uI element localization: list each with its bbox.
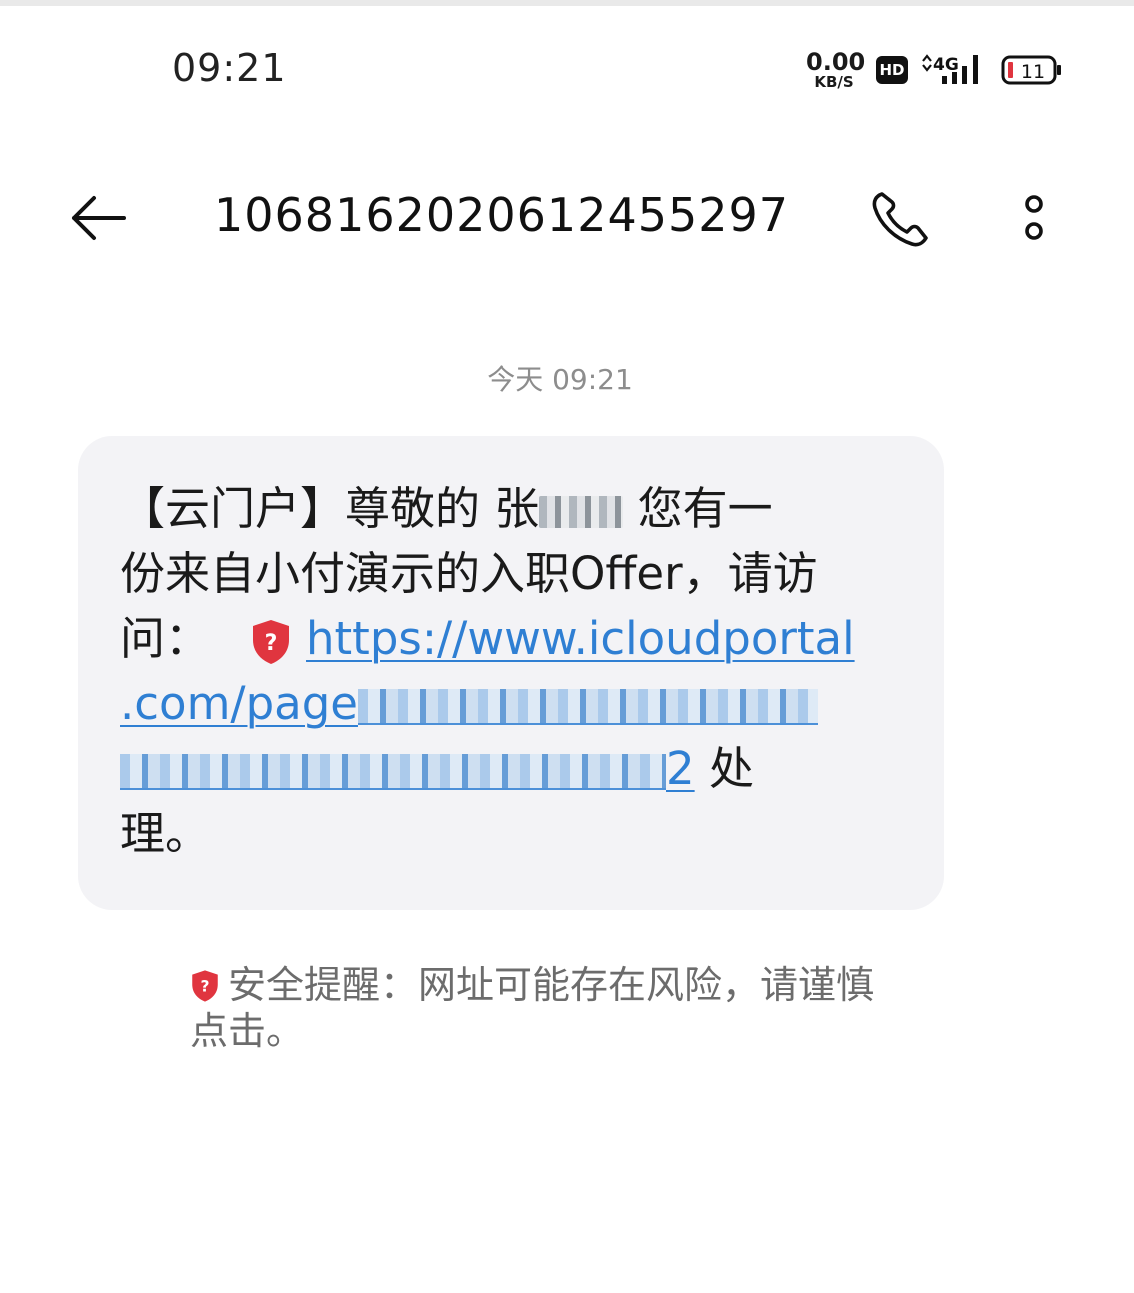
message-line-1-prefix: 【云门户】尊敬的 张 bbox=[120, 482, 540, 535]
signal-4g-icon: 4G bbox=[920, 52, 984, 86]
top-edge bbox=[0, 0, 1134, 6]
message-text: 【云门户】尊敬的 张 您有一 份来自小付演示的入职Offer，请访 问：? htt… bbox=[120, 476, 900, 866]
back-arrow-icon[interactable] bbox=[68, 190, 128, 246]
status-time: 09:21 bbox=[172, 46, 287, 90]
phishing-link-part-1[interactable]: https://www.icloudportal bbox=[306, 612, 855, 665]
phishing-link-part-2[interactable]: .com/page bbox=[120, 677, 358, 730]
network-speed-unit: KB/S bbox=[814, 73, 854, 91]
message-line-2: 份来自小付演示的入职Offer，请访 bbox=[120, 547, 818, 600]
message-line-5: 2 处 bbox=[120, 736, 900, 801]
redacted-link-query[interactable] bbox=[120, 754, 666, 790]
svg-text:?: ? bbox=[200, 977, 209, 995]
security-warning-line-2: 点击。 bbox=[190, 1009, 305, 1053]
sender-number: 1068162020612455297 bbox=[214, 188, 790, 242]
message-line-4: .com/page bbox=[120, 671, 900, 736]
security-warning-line-1: ? 安全提醒：网址可能存在风险，请谨慎 bbox=[190, 962, 950, 1008]
phishing-link-part-3[interactable]: 2 bbox=[666, 742, 695, 795]
date-separator: 今天 09:21 bbox=[487, 363, 633, 396]
risk-shield-icon: ? bbox=[250, 618, 292, 666]
svg-text:?: ? bbox=[265, 631, 278, 656]
redacted-name bbox=[539, 496, 624, 528]
battery-level: 11 bbox=[1021, 61, 1045, 83]
message-line-5-suffix: 处 bbox=[694, 742, 754, 795]
hd-icon: HD bbox=[876, 56, 908, 84]
security-warning: ? 安全提醒：网址可能存在风险，请谨慎 点击。 bbox=[190, 962, 950, 1054]
more-vertical-icon[interactable] bbox=[1016, 190, 1052, 246]
message-line-3-prefix: 问： bbox=[120, 612, 211, 665]
phone-icon[interactable] bbox=[868, 188, 934, 250]
message-line-6: 理。 bbox=[120, 807, 211, 860]
battery-icon: 11 bbox=[1001, 54, 1063, 86]
message-line-1-suffix: 您有一 bbox=[623, 482, 773, 535]
security-warning-text-1: 安全提醒：网址可能存在风险，请谨慎 bbox=[228, 963, 875, 1007]
network-speed-value: 0.00 bbox=[806, 48, 866, 76]
message-line-3: 问：? https://www.icloudportal bbox=[120, 606, 900, 671]
redacted-link-path[interactable] bbox=[357, 689, 818, 725]
warning-shield-icon: ? bbox=[190, 967, 220, 1002]
network-speed: 0.00 KB/S bbox=[806, 48, 866, 91]
message-line-1: 【云门户】尊敬的 张 您有一 bbox=[120, 476, 900, 541]
